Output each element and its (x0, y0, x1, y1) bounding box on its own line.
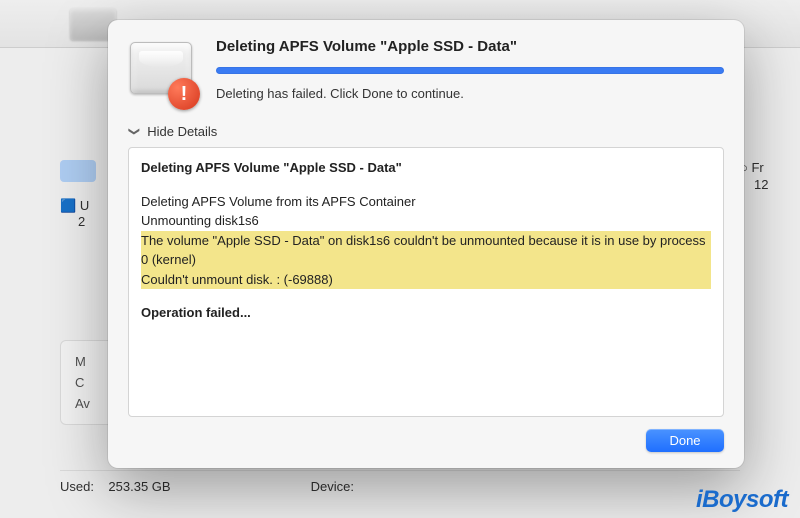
log-error-highlight: Couldn't unmount disk. : (-69888) (141, 270, 711, 290)
log-heading: Deleting APFS Volume "Apple SSD - Data" (141, 158, 711, 178)
delete-volume-dialog: ! Deleting APFS Volume "Apple SSD - Data… (108, 20, 744, 468)
dialog-header-text: Deleting APFS Volume "Apple SSD - Data" … (216, 38, 724, 101)
log-line: Unmounting disk1s6 (141, 211, 711, 231)
log-status: Operation failed... (141, 303, 711, 323)
dialog-subtitle: Deleting has failed. Click Done to conti… (216, 86, 724, 101)
watermark-text: iBoysoft (696, 486, 788, 513)
dialog-icon: ! (128, 38, 198, 108)
progress-bar (216, 67, 724, 74)
dialog-footer: Done (128, 429, 724, 452)
details-log[interactable]: Deleting APFS Volume "Apple SSD - Data" … (128, 147, 724, 417)
log-error-highlight: The volume "Apple SSD - Data" on disk1s6… (141, 231, 711, 270)
log-line: Deleting APFS Volume from its APFS Conta… (141, 192, 711, 212)
hide-details-toggle[interactable]: ❯ Hide Details (130, 124, 724, 139)
toggle-label: Hide Details (147, 124, 217, 139)
dialog-title: Deleting APFS Volume "Apple SSD - Data" (216, 38, 724, 55)
dialog-header: ! Deleting APFS Volume "Apple SSD - Data… (128, 38, 724, 108)
watermark: iBoysoft (696, 486, 788, 514)
chevron-down-icon: ❯ (128, 127, 141, 136)
alert-glyph: ! (181, 83, 188, 106)
alert-icon: ! (168, 78, 200, 110)
done-button[interactable]: Done (646, 429, 724, 452)
